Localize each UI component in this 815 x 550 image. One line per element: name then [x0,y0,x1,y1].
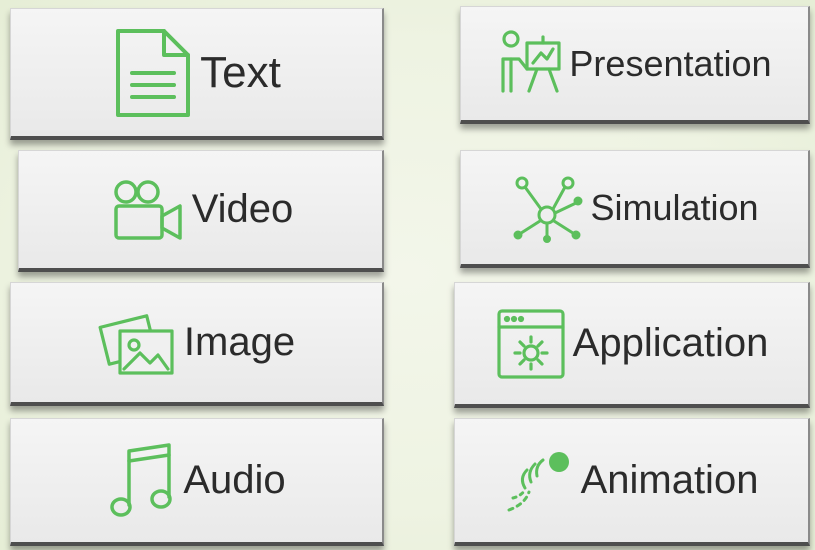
application-button-label: Application [572,321,769,365]
video-button[interactable]: Video [18,150,384,272]
image-gallery-icon [98,307,178,379]
animation-button-label: Animation [580,458,759,502]
video-camera-icon [108,178,186,242]
network-icon [510,173,584,243]
application-button[interactable]: Application [454,282,810,408]
image-button-label: Image [183,320,296,364]
music-note-icon [107,441,177,521]
presentation-button-label: Presentation [569,42,772,84]
audio-button[interactable]: Audio [10,418,384,546]
app-window-gear-icon [495,307,567,381]
animation-button[interactable]: Animation [454,418,810,546]
image-button[interactable]: Image [10,282,384,406]
presenter-icon [497,29,563,99]
presentation-button[interactable]: Presentation [460,6,810,124]
video-button-label: Video [191,187,294,231]
simulation-button[interactable]: Simulation [460,150,810,268]
simulation-button-label: Simulation [590,186,759,228]
bouncing-ball-icon [505,446,575,516]
text-button[interactable]: Text [10,8,384,140]
document-icon [112,27,194,119]
audio-button-label: Audio [183,458,286,502]
text-button-label: Text [200,47,281,97]
